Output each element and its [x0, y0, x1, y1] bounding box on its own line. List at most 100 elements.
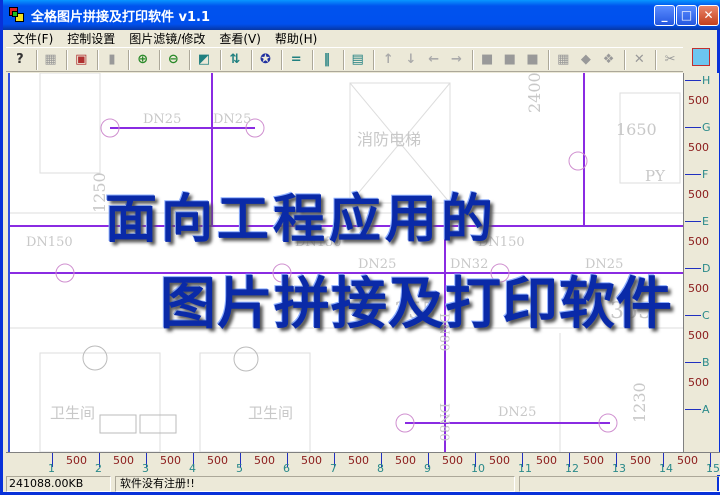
app-window: 全格图片拼接及打印软件 v1.1 _ □ ✕ 文件(F) 控制设置 图片滤镜/修… [0, 0, 720, 495]
square-3-icon[interactable]: ■ [523, 49, 543, 71]
ruler-spacing-label: 500 [254, 454, 275, 467]
app-icon [9, 7, 25, 23]
cut-icon[interactable]: ✂ [660, 49, 680, 71]
zoom-out-icon[interactable]: ⊖ [164, 49, 184, 71]
plan-label: DN80 [436, 403, 451, 441]
swap-icon[interactable]: ⇅ [225, 49, 245, 71]
plan-label: DN25 [498, 405, 536, 420]
plan-label: DN150 [26, 235, 73, 250]
window-title: 全格图片拼接及打印软件 v1.1 [31, 9, 211, 25]
ruler-tick [685, 174, 701, 175]
horizontal-lines-icon[interactable]: = [286, 49, 306, 71]
refresh-icon[interactable]: ◩ [194, 49, 214, 71]
ruler-tick [685, 221, 701, 222]
vertical-ruler: H 500 G 500 F 500 E 500 D 500 C 500 B 500 A [683, 73, 719, 452]
status-empty [519, 476, 720, 492]
headline-line1: 面向工程应用的 [105, 189, 498, 250]
ruler-tick-label: A [702, 403, 710, 416]
ruler-spacing-label: 500 [677, 454, 698, 467]
ruler-spacing-label: 500 [583, 454, 604, 467]
panel-icon[interactable]: ▮ [102, 49, 122, 71]
layers-icon[interactable]: ❖ [599, 49, 619, 71]
ruler-tick-label: 8 [377, 462, 384, 475]
ruler-spacing-label: 500 [301, 454, 322, 467]
ruler-tick-label: D [702, 262, 711, 275]
target-icon[interactable]: ✪ [256, 49, 276, 71]
ruler-tick-label: F [702, 168, 709, 181]
image-canvas[interactable]: DN25 DN25 DN150 DN150 DN150 DN25 DN32 DN… [8, 73, 683, 452]
ruler-spacing-label: 500 [536, 454, 557, 467]
ruler-spacing-label: 500 [207, 454, 228, 467]
ruler-spacing-label: 500 [348, 454, 369, 467]
ruler-tick [685, 268, 701, 269]
status-size: 241088.00KB [6, 476, 111, 492]
plan-label: 卫生间 [248, 404, 293, 422]
plan-label: 卫生间 [50, 404, 95, 422]
ruler-tick-label: H [702, 74, 711, 87]
save-icon[interactable]: ▤ [348, 49, 368, 71]
plan-label: DN25 [213, 112, 251, 127]
plan-label: 1230 [630, 382, 649, 423]
vertical-lines-icon[interactable]: ‖ [317, 49, 337, 71]
ruler-tick-label: 9 [424, 462, 431, 475]
layout-icon[interactable]: ▦ [553, 49, 573, 71]
ruler-tick-label: 13 [612, 462, 626, 475]
minimize-button[interactable]: _ [654, 5, 675, 26]
close-button[interactable]: ✕ [698, 5, 719, 26]
help-icon[interactable]: ? [10, 49, 30, 71]
menu-file[interactable]: 文件(F) [6, 30, 60, 47]
square-1-icon[interactable]: ■ [477, 49, 497, 71]
menu-control-settings[interactable]: 控制设置 [60, 30, 122, 47]
ruler-spacing-label: 500 [688, 282, 709, 295]
ruler-tick-label: 10 [471, 462, 485, 475]
shape-icon[interactable]: ◆ [576, 49, 596, 71]
maximize-button[interactable]: □ [676, 5, 697, 26]
image-icon[interactable]: ▣ [71, 49, 91, 71]
ruler-spacing-label: 500 [688, 235, 709, 248]
ruler-spacing-label: 500 [688, 329, 709, 342]
ruler-tick [685, 362, 701, 363]
ruler-tick-label: E [702, 215, 709, 228]
headline-line2: 图片拼接及打印软件 [160, 271, 673, 337]
ruler-tick-label: 14 [659, 462, 673, 475]
plan-label: 1650 [616, 120, 657, 139]
menu-help[interactable]: 帮助(H) [268, 30, 324, 47]
ruler-tick-label: C [702, 309, 710, 322]
arrow-up-icon[interactable]: ↑ [378, 49, 398, 71]
ruler-spacing-label: 500 [688, 141, 709, 154]
ruler-tick [685, 315, 701, 316]
horizontal-ruler: 1 500 2 500 3 500 4 500 5 500 6 500 7 500 8 500 9 500 10 50… [6, 452, 720, 475]
ruler-spacing-label: 500 [688, 94, 709, 107]
ruler-spacing-label: 500 [442, 454, 463, 467]
menu-image-filter[interactable]: 图片滤镜/修改 [122, 30, 212, 47]
menu-view[interactable]: 查看(V) [212, 30, 268, 47]
ruler-tick-label: 1 [48, 462, 55, 475]
ruler-spacing-label: 500 [630, 454, 651, 467]
title-bar: 全格图片拼接及打印软件 v1.1 _ □ ✕ [3, 0, 720, 30]
ruler-spacing-label: 500 [489, 454, 510, 467]
zoom-in-icon[interactable]: ⊕ [133, 49, 153, 71]
ruler-tick-label: B [702, 356, 710, 369]
ruler-tick-label: 2 [95, 462, 102, 475]
arrow-down-icon[interactable]: ↓ [401, 49, 421, 71]
ruler-tick [685, 127, 701, 128]
status-message: 软件没有注册!! [115, 476, 515, 492]
ruler-tick-label: G [702, 121, 711, 134]
square-2-icon[interactable]: ■ [500, 49, 520, 71]
plan-label: 消防电梯 [357, 130, 421, 149]
plan-label: 2400 [525, 73, 544, 113]
ruler-spacing-label: 500 [395, 454, 416, 467]
grid-icon[interactable]: ▦ [41, 49, 61, 71]
toolbar: ? ▦ ▣ ▮ ⊕ ⊖ ◩ ⇅ ✪ = ‖ ▤ ↑ ↓ ← → ■ ■ ■ ▦ … [6, 47, 683, 72]
menu-bar: 文件(F) 控制设置 图片滤镜/修改 查看(V) 帮助(H) [6, 30, 720, 47]
plan-label: PY [645, 167, 666, 185]
arrow-right-icon[interactable]: → [447, 49, 467, 71]
ruler-spacing-label: 500 [688, 376, 709, 389]
color-swatch[interactable] [692, 48, 710, 66]
ruler-tick-label: 11 [518, 462, 532, 475]
ruler-tick-label: 15 [706, 462, 720, 475]
plan-label: DN25 [143, 112, 181, 127]
delete-icon[interactable]: ✕ [629, 49, 649, 71]
ruler-spacing-label: 500 [66, 454, 87, 467]
arrow-left-icon[interactable]: ← [424, 49, 444, 71]
